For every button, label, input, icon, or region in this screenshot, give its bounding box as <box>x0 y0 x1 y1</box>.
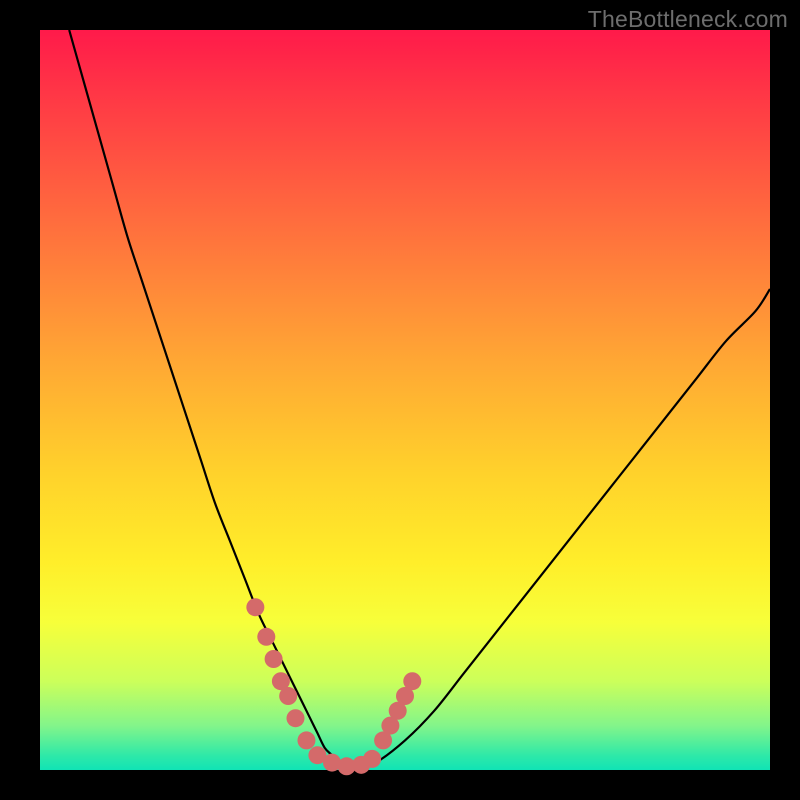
chart-frame: TheBottleneck.com <box>0 0 800 800</box>
floor-1 <box>297 731 315 749</box>
bottleneck-curve <box>69 30 770 767</box>
left-dot-1 <box>246 598 264 616</box>
left-dot-5 <box>279 687 297 705</box>
left-dot-3 <box>265 650 283 668</box>
left-dot-2 <box>257 628 275 646</box>
left-dot-6 <box>287 709 305 727</box>
curve-layer <box>40 30 770 770</box>
right-dot-5 <box>403 672 421 690</box>
watermark-text: TheBottleneck.com <box>588 6 788 33</box>
floor-6 <box>363 750 381 768</box>
plot-area <box>40 30 770 770</box>
